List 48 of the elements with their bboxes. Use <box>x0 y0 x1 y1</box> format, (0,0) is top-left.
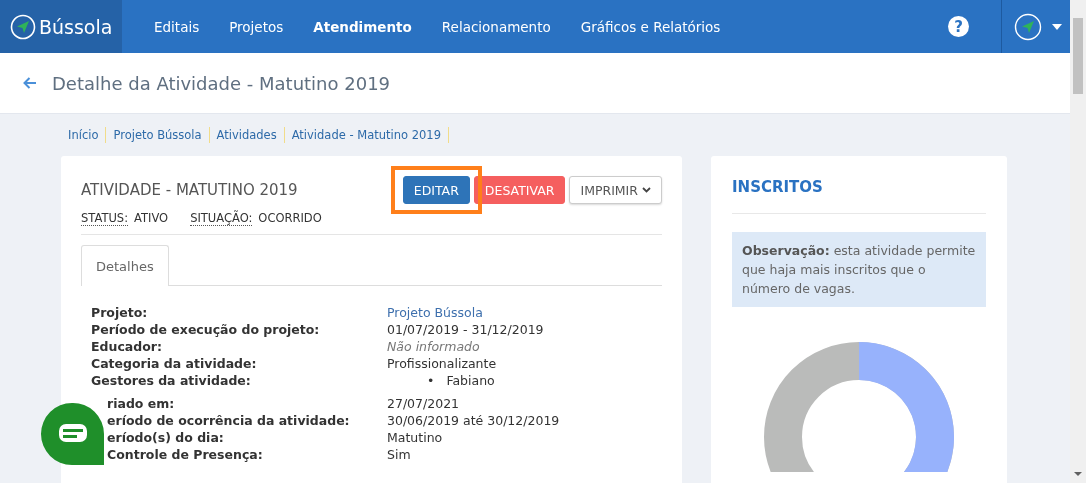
field-label: Período de execução do projeto: <box>91 321 321 338</box>
chevron-down-icon <box>642 187 651 193</box>
help-icon[interactable]: ? <box>948 16 969 37</box>
field-label: Projeto: <box>91 304 149 321</box>
scrollbar-drawing[interactable] <box>1073 18 1083 476</box>
list-item: Fabiano <box>446 372 495 389</box>
breadcrumb-link[interactable]: Início <box>61 127 107 143</box>
list-bullet: • <box>427 372 435 389</box>
field-label: Categoria da atividade: <box>91 355 258 372</box>
tab[interactable]: Detalhes <box>81 245 169 286</box>
field-value: 01/07/2019 - 31/12/2019 <box>387 321 545 338</box>
breadcrumb-link[interactable]: Atividades <box>209 127 285 143</box>
field-label: eríodo(s) do dia: <box>106 429 225 446</box>
nav-link[interactable]: Projetos <box>214 0 299 53</box>
field-value: Profissionalizante <box>387 355 498 372</box>
status-field: STATUS: ATIVO <box>81 211 169 225</box>
logo-text: Bússola <box>39 15 113 38</box>
status-field: SITUAÇÃO: OCORRIDO <box>190 211 322 225</box>
logo[interactable]: Bússola <box>0 0 122 53</box>
breadcrumb-link[interactable]: Atividade - Matutino 2019 <box>284 127 449 143</box>
field-value: 30/06/2019 até 30/12/2019 <box>387 412 561 429</box>
nav-link[interactable]: Atendimento <box>298 0 427 53</box>
field-value: Sim <box>387 446 412 463</box>
back-arrow-icon[interactable] <box>23 77 37 89</box>
field-value: 27/07/2021 <box>387 395 461 412</box>
note-text: Observação: esta atividade permite que haja mais inscritos que o número de vagas. <box>732 232 986 307</box>
field-label: riado em: <box>106 395 176 412</box>
breadcrumb-link[interactable]: Projeto Bússola <box>106 127 210 143</box>
card-title: INSCRITOS <box>732 176 986 214</box>
field-label: eríodo de ocorrência da atividade: <box>106 412 351 429</box>
nav-link[interactable]: Editais <box>139 0 215 53</box>
print-dropdown[interactable]: IMPRIMIR <box>569 176 662 204</box>
chat-button[interactable] <box>41 403 104 465</box>
field-value: Matutino <box>387 429 444 446</box>
nav-link[interactable]: Relacionamento <box>426 0 566 53</box>
nav-link[interactable]: Gráficos e Relatórios <box>565 0 736 53</box>
field-label: Educador: <box>91 338 163 355</box>
field-label: Controle de Presença: <box>106 446 264 463</box>
avatar-icon[interactable] <box>1014 12 1042 41</box>
activity-title: ATIVIDADE - MATUTINO 2019 <box>81 180 299 199</box>
field-label: Gestores da atividade: <box>91 372 252 389</box>
action-button[interactable]: EDITAR <box>402 176 470 204</box>
action-button[interactable]: DESATIVAR <box>473 176 566 204</box>
field-value: Não informado <box>387 338 481 355</box>
page-title: Detalhe da Atividade - Matutino 2019 <box>52 72 391 94</box>
compass-icon <box>10 13 36 40</box>
project-link[interactable]: Projeto Bússola <box>387 305 483 320</box>
caret-icon[interactable] <box>1052 23 1062 30</box>
